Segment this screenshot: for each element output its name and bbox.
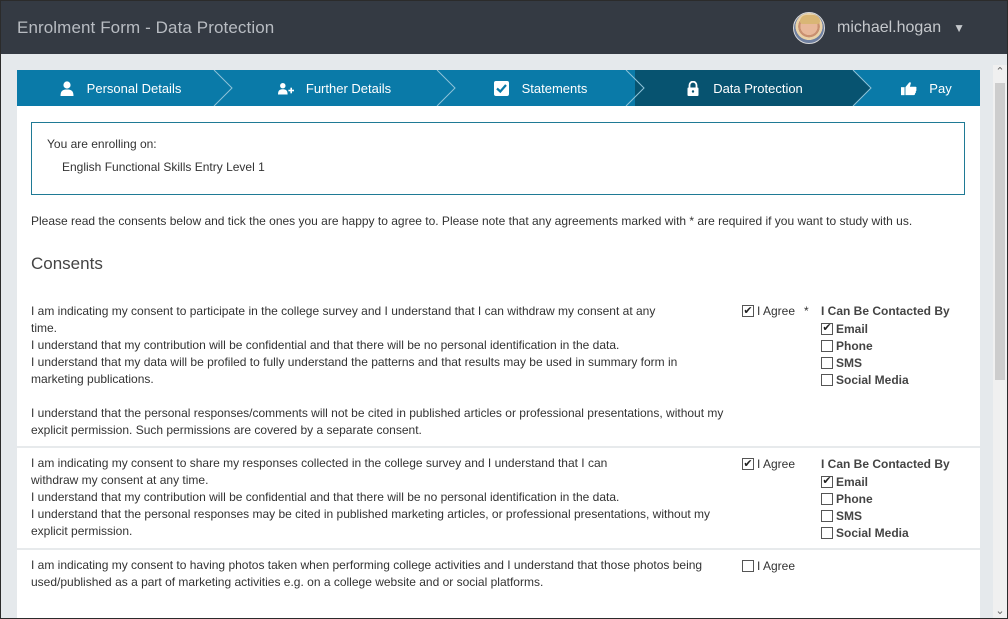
username[interactable]: michael.hogan [837, 19, 941, 37]
enrolment-label: You are enrolling on: [47, 137, 157, 151]
step-label: Pay [929, 80, 952, 96]
consent-paragraph: I understand that my contribution will b… [31, 490, 620, 504]
contact-phone-checkbox[interactable]: Phone [821, 490, 950, 507]
contact-title: I Can Be Contacted By [821, 304, 950, 318]
consent-text: I am indicating my consent to share my r… [31, 455, 731, 540]
consent-paragraph: I am indicating my consent to share my r… [31, 456, 608, 487]
user-plus-icon [277, 80, 294, 96]
course-name: English Functional Skills Entry Level 1 [62, 160, 265, 174]
agree-label: I Agree [757, 457, 796, 471]
contact-title: I Can Be Contacted By [821, 457, 950, 471]
app-header: Enrolment Form - Data Protection michael… [1, 1, 1007, 54]
consents-heading: Consents [31, 254, 103, 273]
step-separator [213, 70, 233, 106]
step-data-protection[interactable]: Data Protection [635, 70, 872, 106]
consent-paragraph: I am indicating my consent to participat… [31, 304, 656, 335]
contact-sms-checkbox[interactable]: SMS [821, 507, 950, 524]
enrolment-form: Personal Details Further Details Stateme… [17, 70, 980, 618]
step-separator [625, 70, 645, 106]
consent-instructions: Please read the consents below and tick … [31, 214, 913, 228]
step-label: Further Details [305, 80, 392, 96]
agree-check[interactable]: ✔ [742, 458, 754, 470]
contact-email-checkbox[interactable]: ✔ Email [821, 320, 950, 337]
consent-text: I am indicating my consent to participat… [31, 303, 731, 439]
step-label: Statements [521, 80, 588, 96]
consent-paragraph: I understand that my data will be profil… [31, 355, 678, 386]
checkbox[interactable] [821, 356, 833, 369]
consent-paragraph: I understand that the personal responses… [31, 406, 724, 437]
agree-checkbox[interactable]: ✔ I Agree [742, 457, 795, 471]
consent-row: I am indicating my consent to share my r… [17, 448, 980, 550]
consent-row: I am indicating my consent to having pho… [17, 550, 980, 610]
page-title: Enrolment Form - Data Protection [17, 18, 275, 37]
step-further-details[interactable]: Further Details [223, 70, 456, 106]
checkbox-icon [494, 80, 510, 96]
enrolment-summary-box: You are enrolling on: English Functional… [31, 122, 965, 195]
checkbox[interactable] [821, 373, 833, 386]
required-marker: * [804, 304, 809, 318]
lock-icon [685, 80, 701, 96]
step-separator [436, 70, 456, 106]
contact-sms-checkbox[interactable]: SMS [821, 354, 950, 371]
avatar[interactable] [793, 12, 826, 44]
contact-preferences: I Can Be Contacted By ✔ Email Phone SMS S… [821, 457, 950, 541]
consent-row: I am indicating my consent to participat… [17, 302, 980, 448]
contact-social-media-checkbox[interactable]: Social Media [821, 371, 950, 388]
agree-checkbox[interactable]: ✔ I Agree * [742, 304, 809, 318]
contact-label: SMS [836, 355, 863, 370]
step-pay[interactable]: Pay [853, 70, 980, 106]
vertical-scrollbar[interactable]: ⌃ ⌄ [993, 65, 1007, 618]
contact-label: SMS [836, 508, 863, 523]
step-label: Data Protection [713, 80, 803, 96]
consent-text: I am indicating my consent to having pho… [31, 557, 731, 591]
contact-social-media-checkbox[interactable]: Social Media [821, 524, 950, 541]
checkbox[interactable] [821, 526, 833, 539]
contact-label: Phone [836, 491, 873, 506]
contact-email-checkbox[interactable]: ✔ Email [821, 473, 950, 490]
step-statements[interactable]: Statements [446, 70, 645, 106]
user-icon [59, 80, 75, 96]
contact-phone-checkbox[interactable]: Phone [821, 337, 950, 354]
checkbox[interactable] [821, 339, 833, 352]
agree-label: I Agree [757, 559, 796, 573]
scroll-up-icon[interactable]: ⌃ [993, 65, 1007, 79]
caret-down-icon[interactable]: ▼ [953, 21, 965, 35]
main-scroll-area: Personal Details Further Details Stateme… [1, 54, 1007, 618]
consent-paragraph: I understand that the personal responses… [31, 507, 711, 538]
checkbox[interactable] [821, 492, 833, 505]
consent-paragraph: I understand that my contribution will b… [31, 338, 620, 352]
checkbox[interactable] [821, 509, 833, 522]
scroll-down-icon[interactable]: ⌄ [993, 604, 1007, 618]
consent-spacer [31, 388, 731, 405]
agree-check[interactable]: ✔ [742, 305, 754, 317]
agree-check[interactable] [742, 560, 754, 572]
agree-checkbox[interactable]: I Agree [742, 559, 795, 573]
contact-label: Email [836, 474, 869, 489]
contact-preferences: I Can Be Contacted By ✔ Email Phone SMS S… [821, 304, 950, 388]
agree-label: I Agree [757, 304, 796, 318]
checkbox[interactable]: ✔ [821, 322, 833, 335]
user-menu[interactable]: michael.hogan ▼ [793, 11, 965, 45]
contact-label: Phone [836, 338, 873, 353]
consent-paragraph: I am indicating my consent to having pho… [31, 558, 703, 589]
step-personal-details[interactable]: Personal Details [17, 70, 233, 106]
step-label: Personal Details [86, 80, 182, 96]
checkbox[interactable]: ✔ [821, 475, 833, 488]
progress-steps: Personal Details Further Details Stateme… [17, 70, 980, 106]
scrollbar-thumb[interactable] [995, 83, 1005, 380]
thumbs-up-icon [901, 80, 917, 96]
contact-label: Social Media [836, 372, 909, 387]
contact-label: Email [836, 321, 869, 336]
contact-label: Social Media [836, 525, 909, 540]
step-separator [852, 70, 872, 106]
